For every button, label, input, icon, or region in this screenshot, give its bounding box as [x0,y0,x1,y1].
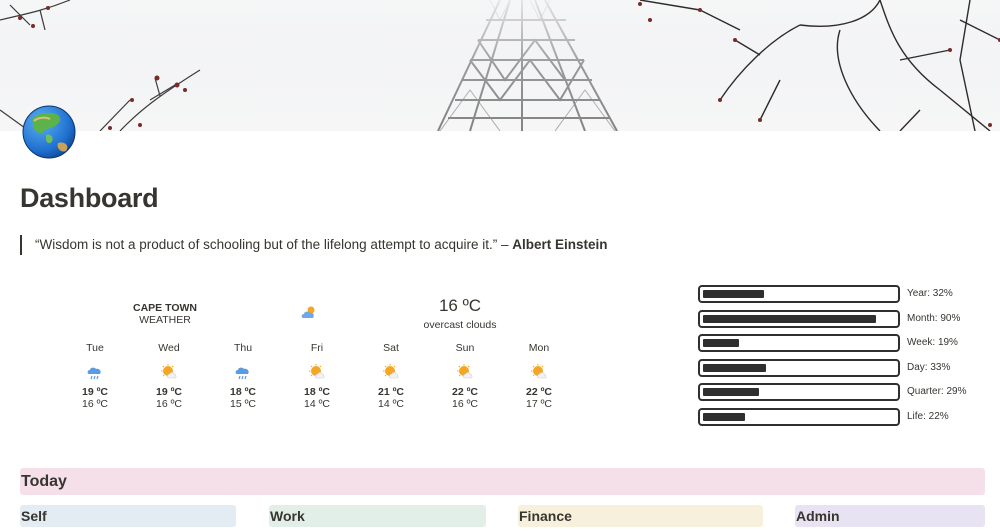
rain-cloud-icon [235,367,249,380]
sun-cloud-icon [383,364,399,379]
forecast-day-name: Sun [455,342,475,354]
progress-bar [698,407,900,426]
progress-label: Quarter: 29% [907,386,967,397]
weather-forecast: Tue 19 ºC 16 ºC Wed 19 ºC 16 ºC Thu 18 º… [60,342,580,422]
cloud-sun-icon [300,304,318,322]
forecast-day-name: Wed [158,342,180,354]
section-admin[interactable]: Admin [795,505,985,527]
forecast-high: 22 ºC [525,386,552,398]
progress-bar [698,358,900,377]
section-self[interactable]: Self [20,505,236,527]
forecast-low: 16 ºC [451,398,478,410]
progress-label: Week: 19% [907,337,958,348]
weather-widget[interactable]: CAPE TOWN WEATHER 16 ºC overcast clouds … [60,290,580,420]
progress-label: Day: 33% [907,361,951,373]
progress-bar [698,309,900,328]
page-title: Dashboard [20,183,159,213]
forecast-low: 16 ºC [81,398,108,410]
forecast-high: 19 ºC [155,386,182,398]
forecast-high: 22 ºC [451,386,478,398]
quote-text: “Wisdom is not a product of schooling bu… [35,237,513,252]
progress-fill [703,339,739,347]
forecast-day: Tue 19 ºC 16 ºC [60,342,130,410]
forecast-low: 15 ºC [229,398,256,410]
progress-label: Year: 32% [907,288,953,299]
forecast-low: 17 ºC [525,398,552,410]
forecast-day-name: Tue [86,342,104,354]
forecast-day: Thu 18 ºC 15 ºC [208,342,278,410]
section-work[interactable]: Work [269,505,486,527]
sun-cloud-icon [457,364,473,379]
forecast-high: 18 ºC [303,386,330,398]
weather-current-temp: 16 ºC [438,296,482,315]
progress-label: Life: 22% [907,410,949,422]
progress-bar [698,285,900,303]
progress-row-month: Month: 90% [698,309,988,329]
forecast-day: Sun 22 ºC 16 ºC [430,342,500,410]
progress-fill [703,388,759,396]
weather-city-subtitle: WEATHER [139,314,191,326]
weather-city: CAPE TOWN WEATHER [120,302,210,326]
cover-image [0,0,1000,131]
forecast-day-name: Fri [310,342,324,354]
section-today[interactable]: Today [20,468,985,495]
progress-fill [703,290,764,298]
progress-fill [703,412,745,421]
progress-bar [698,334,900,352]
rain-cloud-icon [87,367,101,380]
progress-row-week: Week: 19% [698,333,988,353]
forecast-day-name: Thu [233,342,253,354]
quote-block: “Wisdom is not a product of schooling bu… [20,235,608,255]
forecast-day-name: Mon [528,342,550,354]
progress-row-life: Life: 22% [698,407,988,427]
forecast-high: 18 ºC [229,386,256,398]
forecast-day: Fri 18 ºC 14 ºC [282,342,352,410]
forecast-low: 14 ºC [303,398,330,410]
weather-city-name: CAPE TOWN [133,302,197,314]
forecast-high: 19 ºC [81,386,108,398]
globe-asia-icon[interactable] [22,105,76,159]
forecast-day: Mon 22 ºC 17 ºC [504,342,574,410]
progress-row-year: Year: 32% [698,284,988,304]
sun-cloud-icon [309,364,325,379]
progress-fill [703,363,766,372]
forecast-day-name: Sat [383,342,399,354]
cover-artwork [0,0,1000,131]
progress-row-day: Day: 33% [698,358,988,378]
forecast-low: 14 ºC [377,398,404,410]
forecast-high: 21 ºC [377,386,404,398]
forecast-low: 16 ºC [155,398,182,410]
sun-cloud-icon [161,364,177,379]
weather-current-desc: overcast clouds [423,319,497,331]
progress-label: Month: 90% [907,312,961,324]
forecast-day: Wed 19 ºC 16 ºC [134,342,204,410]
progress-row-quarter: Quarter: 29% [698,382,988,402]
quote-author: Albert Einstein [512,237,608,252]
progress-bar [698,383,900,401]
forecast-day: Sat 21 ºC 14 ºC [356,342,426,410]
sun-cloud-icon [531,364,547,379]
section-finance[interactable]: Finance [518,505,763,527]
progress-fill [703,314,876,323]
